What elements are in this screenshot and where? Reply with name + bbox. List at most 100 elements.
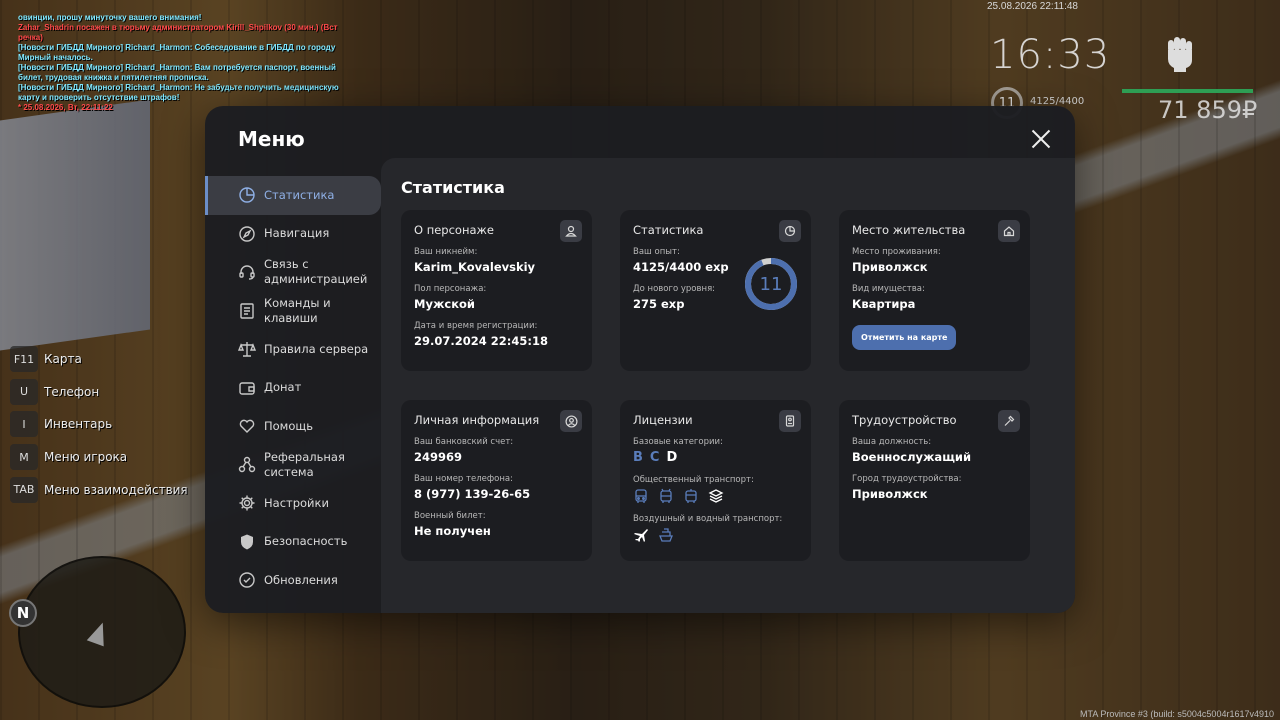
gear-icon	[239, 495, 255, 511]
field-label: Место проживания:	[852, 247, 941, 257]
sidebar-item-label: Связь с администрацией	[264, 257, 368, 287]
pie-chart-icon	[239, 187, 255, 203]
sidebar-item-commands[interactable]: Команды и клавиши	[205, 292, 381, 331]
sidebar-item-label: Реферальная система	[264, 449, 345, 479]
menu-sidebar: Статистика Навигация Связь с администрац…	[205, 176, 381, 600]
field-label: Общественный транспорт:	[633, 475, 754, 485]
card-title: Место жительства	[852, 223, 966, 237]
field-label: Вид имущества:	[852, 284, 925, 294]
hud-health-bar	[1122, 89, 1253, 93]
user-icon	[560, 220, 582, 242]
residence-value: Приволжск	[852, 260, 928, 274]
chat-line: [Новости ГИБДД Мирного] Richard_Harmon: …	[18, 83, 339, 92]
key-badge: I	[10, 411, 38, 438]
keybind-row: TAB Меню взаимодействия	[10, 473, 210, 506]
wallet-icon	[239, 382, 255, 395]
job-city-value: Приволжск	[852, 487, 928, 501]
chat-line: билет, трудовая книжка и пятилетняя проп…	[18, 73, 209, 82]
tram-icon	[685, 489, 697, 503]
keybind-row: F11 Карта	[10, 343, 210, 376]
license-category-d: D	[666, 450, 678, 465]
build-info: MTA Province #3 (build: s5004c5004r1617v…	[1080, 709, 1274, 719]
sidebar-item-updates[interactable]: Обновления	[205, 561, 381, 600]
field-label: Ваш никнейм:	[414, 247, 478, 257]
stats-card: Статистика Ваш опыт: 4125/4400 exp До но…	[620, 210, 811, 371]
chat-line: речка)	[18, 33, 43, 42]
hammer-icon	[998, 410, 1020, 432]
keybind-row: M Меню игрока	[10, 441, 210, 474]
refresh-icon	[239, 572, 255, 588]
registration-value: 29.07.2024 22:45:18	[414, 334, 548, 348]
shield-icon	[241, 534, 253, 550]
document-icon	[240, 303, 254, 319]
sidebar-item-help[interactable]: Помощь	[205, 407, 381, 446]
nickname-value: Karim_Kovalevskiy	[414, 260, 536, 274]
sex-value: Мужской	[414, 297, 475, 311]
compass-icon	[239, 226, 255, 242]
field-label: Военный билет:	[414, 511, 486, 521]
sidebar-item-label: Донат	[264, 380, 302, 395]
headset-icon	[239, 265, 255, 280]
plane-icon	[634, 529, 648, 542]
card-title: Статистика	[633, 223, 704, 237]
sidebar-item-label: Навигация	[264, 226, 330, 241]
network-icon	[238, 456, 256, 472]
sidebar-item-label: Команды и клавиши	[264, 295, 331, 325]
trolleybus-icon	[660, 488, 672, 503]
chat-line: Zahar_Shadrin посажен в тюрьму администр…	[18, 23, 338, 32]
card-title: Трудоустройство	[852, 413, 957, 427]
keybind-row: I Инвентарь	[10, 408, 210, 441]
license-category-c: C	[649, 450, 660, 465]
mark-on-map-button[interactable]: Отметить на карте	[852, 325, 957, 350]
menu-title: Меню	[238, 127, 305, 151]
sidebar-item-donate[interactable]: Донат	[205, 369, 381, 408]
field-label: Ваш опыт:	[633, 247, 680, 257]
menu-window: Меню Статистика Навигация Связь с админи…	[205, 106, 1075, 613]
field-label: Ваша должность:	[852, 437, 932, 447]
chat-line: карту и проверить отсутствие штрафов!	[18, 93, 180, 102]
licenses-card: Лицензии Базовые категории: B C D Общест…	[620, 400, 811, 561]
sidebar-item-statistics[interactable]: Статистика	[205, 176, 381, 215]
ship-icon	[659, 528, 673, 542]
sidebar-item-label: Настройки	[264, 495, 329, 510]
keybind-label: Инвентарь	[44, 417, 113, 432]
keybind-hints: F11 Карта U Телефон I Инвентарь M Меню игрок…	[10, 343, 210, 506]
chat-line: [Новости ГИБДД Мирного] Richard_Harmon: …	[18, 43, 336, 52]
phone-value: 8 (977) 139-26-65	[414, 487, 531, 501]
content-panel: Статистика О персонаже Ваш никнейм: Kari…	[381, 158, 1075, 613]
sidebar-item-label: Правила сервера	[264, 341, 369, 356]
scales-icon	[238, 342, 256, 357]
card-title: О персонаже	[414, 223, 494, 237]
keybind-label: Карта	[44, 352, 82, 367]
minimap-north-marker: N	[9, 599, 37, 627]
metro-icon	[708, 489, 724, 503]
card-title: Личная информация	[414, 413, 540, 427]
sidebar-item-settings[interactable]: Настройки	[205, 484, 381, 523]
sidebar-item-security[interactable]: Безопасность	[205, 523, 381, 562]
house-icon	[998, 220, 1020, 242]
close-icon[interactable]	[1030, 128, 1052, 150]
field-label: Дата и время регистрации:	[414, 321, 538, 331]
key-badge: U	[10, 378, 38, 405]
field-label: Пол персонажа:	[414, 284, 487, 294]
keybind-label: Меню игрока	[44, 450, 128, 465]
air-water-transport-icons	[633, 527, 798, 543]
keybind-label: Телефон	[44, 384, 100, 399]
sidebar-item-referral[interactable]: Реферальная система	[205, 446, 381, 485]
character-card: О персонаже Ваш никнейм: Karim_Kovalevsk…	[401, 210, 592, 371]
sidebar-item-rules[interactable]: Правила сервера	[205, 330, 381, 369]
field-label: Ваш банковский счет:	[414, 437, 514, 447]
keybind-label: Меню взаимодействия	[44, 482, 188, 497]
sidebar-item-label: Статистика	[264, 187, 335, 202]
personal-info-card: Личная информация Ваш банковский счет: 2…	[401, 400, 592, 561]
level-progress-ring: 11	[744, 257, 798, 311]
field-label: Город трудоустройства:	[852, 474, 962, 484]
license-category-b: B	[633, 450, 643, 465]
level-number: 11	[759, 273, 783, 295]
bus-icon	[635, 489, 647, 503]
sidebar-item-admin-contact[interactable]: Связь с администрацией	[205, 253, 381, 292]
chat-line: Мирный началось.	[18, 53, 93, 62]
id-card-icon	[779, 410, 801, 432]
job-position-value: Военнослужащий	[852, 450, 972, 464]
sidebar-item-navigation[interactable]: Навигация	[205, 215, 381, 254]
